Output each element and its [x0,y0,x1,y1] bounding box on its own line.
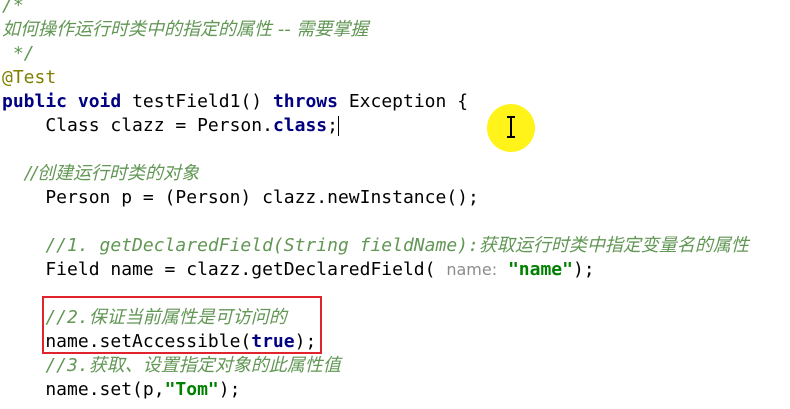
code-line-12: Field name = clazz.getDeclaredField( nam… [2,259,595,280]
code-line-5: public void testField1() throws Exceptio… [2,91,469,112]
parameter-hint: name: [446,260,498,279]
code-line-2: 如何操作运行时类中的指定的属性 -- 需要掌握 [2,19,369,40]
annotation-highlight-box [42,296,322,354]
code-editor[interactable]: /* 如何操作运行时类中的指定的属性 -- 需要掌握 */ @Test publ… [0,0,790,409]
code-line-9: Person p = (Person) clazz.newInstance(); [2,187,479,208]
code-line-16: //3.获取、设置指定对象的此属性值 [2,355,341,376]
code-line-6: Class clazz = Person.class; [2,115,339,136]
code-line-4: @Test [2,67,57,88]
text-caret [337,116,339,136]
code-line-8: //创建运行时类的对象 [2,163,200,184]
text-cursor-icon [507,116,515,138]
code-line-3: */ [2,43,35,64]
code-line-17: name.set(p,"Tom"); [2,379,241,400]
code-line-11: //1. getDeclaredField(String fieldName):… [2,235,749,256]
code-line-1: /* [2,0,24,16]
